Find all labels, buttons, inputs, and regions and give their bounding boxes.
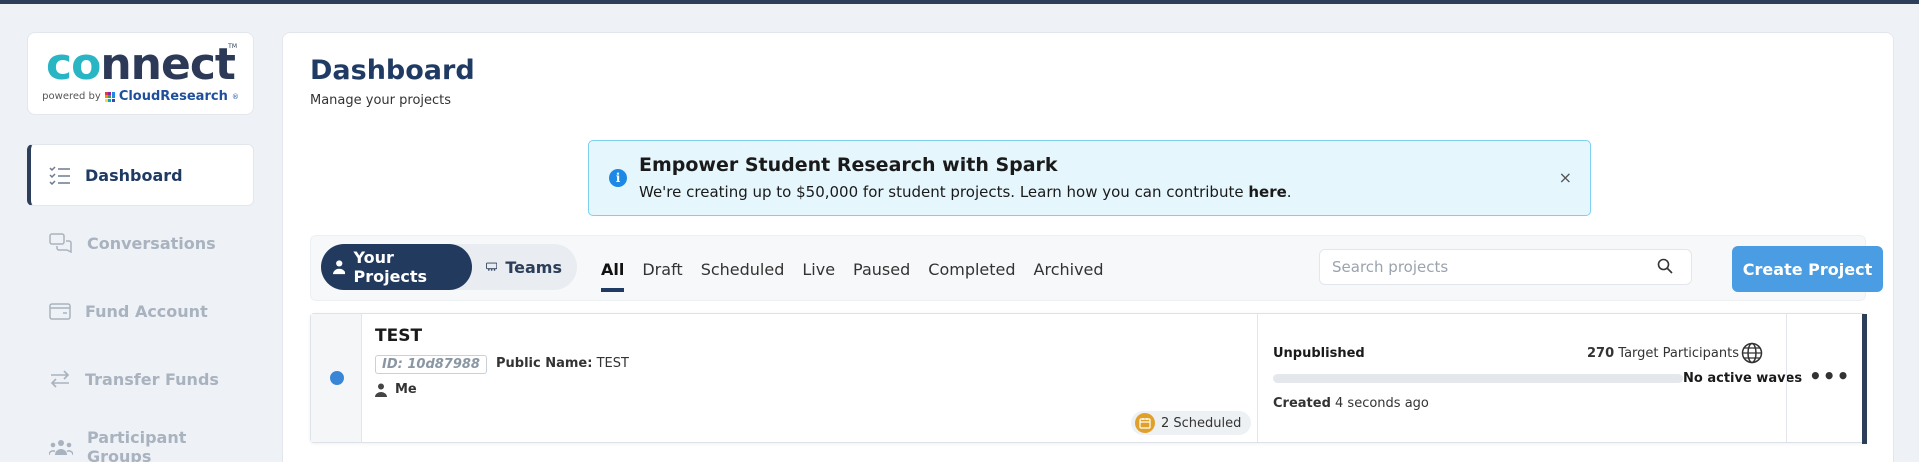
user-icon <box>375 383 387 397</box>
progress-bar <box>1273 374 1683 383</box>
logo[interactable]: connect TM powered by CloudResearch ® <box>27 32 254 115</box>
sidebar-item-label: Transfer Funds <box>85 369 219 389</box>
status-tabs: All Draft Scheduled Live Paused Complete… <box>601 260 1104 292</box>
user-icon <box>333 260 346 275</box>
project-card[interactable]: TEST ID: 10d87988 Public Name: TEST Me 2… <box>310 313 1867 444</box>
tab-draft[interactable]: Draft <box>642 260 682 292</box>
globe-icon[interactable] <box>1741 342 1763 364</box>
projects-toolbar: Your Projects Teams All Draft Scheduled … <box>310 235 1883 301</box>
checklist-icon <box>49 166 70 185</box>
tab-live[interactable]: Live <box>802 260 835 292</box>
divider <box>1786 314 1787 442</box>
sidebar-item-fund-account[interactable]: Fund Account <box>27 280 254 342</box>
teams-icon <box>486 262 498 271</box>
calendar-icon <box>1135 413 1155 433</box>
info-icon: i <box>609 169 627 187</box>
search-input[interactable] <box>1319 249 1692 285</box>
tab-completed[interactable]: Completed <box>928 260 1015 292</box>
sidebar-item-participant-groups[interactable]: Participant Groups <box>27 416 254 462</box>
banner-link[interactable]: here <box>1248 183 1286 201</box>
sidebar-item-dashboard[interactable]: Dashboard <box>27 144 254 206</box>
create-project-button[interactable]: Create Project <box>1732 246 1883 292</box>
brand-name: CloudResearch <box>118 89 228 104</box>
project-status: Unpublished <box>1273 346 1365 361</box>
main-content: Dashboard Manage your projects i Empower… <box>282 32 1894 462</box>
sidebar-item-conversations[interactable]: Conversations <box>27 212 254 274</box>
status-dot <box>330 371 344 385</box>
active-waves-status: No active waves <box>1683 371 1803 386</box>
sidebar-nav: Dashboard Conversations Fund Account Tra… <box>27 144 254 462</box>
transfer-icon <box>50 370 70 388</box>
scheduled-badge[interactable]: 2 Scheduled <box>1131 411 1252 435</box>
target-participants: 270 Target Participants <box>1587 346 1739 361</box>
project-name[interactable]: TEST <box>375 326 422 346</box>
project-status-column <box>311 314 362 442</box>
search-icon[interactable] <box>1657 258 1673 274</box>
powered-by: powered by CloudResearch ® <box>42 89 239 104</box>
divider <box>1257 314 1258 442</box>
banner-title: Empower Student Research with Spark <box>639 154 1058 176</box>
more-options-icon[interactable]: ••• <box>1809 364 1850 388</box>
sidebar-item-transfer-funds[interactable]: Transfer Funds <box>27 348 254 410</box>
page-subtitle: Manage your projects <box>310 93 452 108</box>
project-public-name: Public Name: TEST <box>496 356 629 371</box>
project-id-badge[interactable]: ID: 10d87988 <box>375 355 487 374</box>
sidebar-item-label: Participant Groups <box>87 428 187 462</box>
logo-wordmark: connect <box>46 39 236 90</box>
scroll-indicator <box>1862 314 1867 444</box>
cloudresearch-logo-icon <box>104 91 115 102</box>
tab-paused[interactable]: Paused <box>853 260 910 292</box>
your-projects-button[interactable]: Your Projects <box>321 244 472 290</box>
teams-button[interactable]: Teams <box>474 244 574 290</box>
project-owner: Me <box>375 382 417 397</box>
spark-banner: i Empower Student Research with Spark We… <box>588 140 1591 216</box>
sidebar-item-label: Dashboard <box>85 165 183 185</box>
tab-scheduled[interactable]: Scheduled <box>701 260 785 292</box>
sidebar-item-label: Fund Account <box>85 301 208 321</box>
wallet-icon <box>49 303 71 320</box>
sidebar-item-label: Conversations <box>87 233 216 253</box>
close-icon[interactable]: × <box>1559 168 1572 187</box>
created-time: Created 4 seconds ago <box>1273 396 1429 411</box>
tab-archived[interactable]: Archived <box>1034 260 1104 292</box>
logo-trademark: TM <box>228 43 237 50</box>
group-icon <box>49 440 73 456</box>
tab-all[interactable]: All <box>601 260 625 292</box>
top-accent-bar <box>0 0 1919 4</box>
project-scope-toggle: Your Projects Teams <box>321 244 577 290</box>
chat-icon <box>49 233 72 253</box>
page-title: Dashboard <box>310 55 475 86</box>
banner-text: We're creating up to $50,000 for student… <box>639 183 1292 201</box>
